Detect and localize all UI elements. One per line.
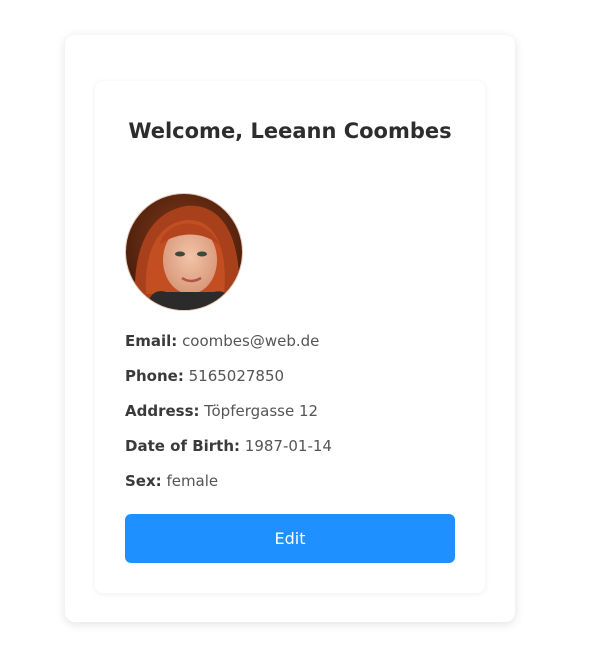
email-label: Email: [125,332,178,350]
dob-value: 1987-01-14 [244,437,332,455]
profile-card: Welcome, Leeann Coombes Email: coombes@w… [95,81,485,593]
profile-container: Welcome, Leeann Coombes Email: coombes@w… [65,35,515,622]
dob-label: Date of Birth: [125,437,241,455]
address-value: Töpfergasse 12 [204,402,319,420]
phone-value: 5165027850 [188,367,285,385]
sex-label: Sex: [125,472,162,490]
avatar-photo [126,194,242,310]
welcome-title: Welcome, Leeann Coombes [128,119,452,143]
email-row: Email: coombes@web.de [125,331,465,351]
phone-row: Phone: 5165027850 [125,366,465,386]
sex-row: Sex: female [125,471,465,491]
phone-label: Phone: [125,367,184,385]
email-value: coombes@web.de [182,332,320,350]
dob-row: Date of Birth: 1987-01-14 [125,436,465,456]
edit-button[interactable]: Edit [125,514,455,563]
sex-value: female [166,472,219,490]
address-row: Address: Töpfergasse 12 [125,401,465,421]
address-label: Address: [125,402,200,420]
avatar [125,193,243,311]
